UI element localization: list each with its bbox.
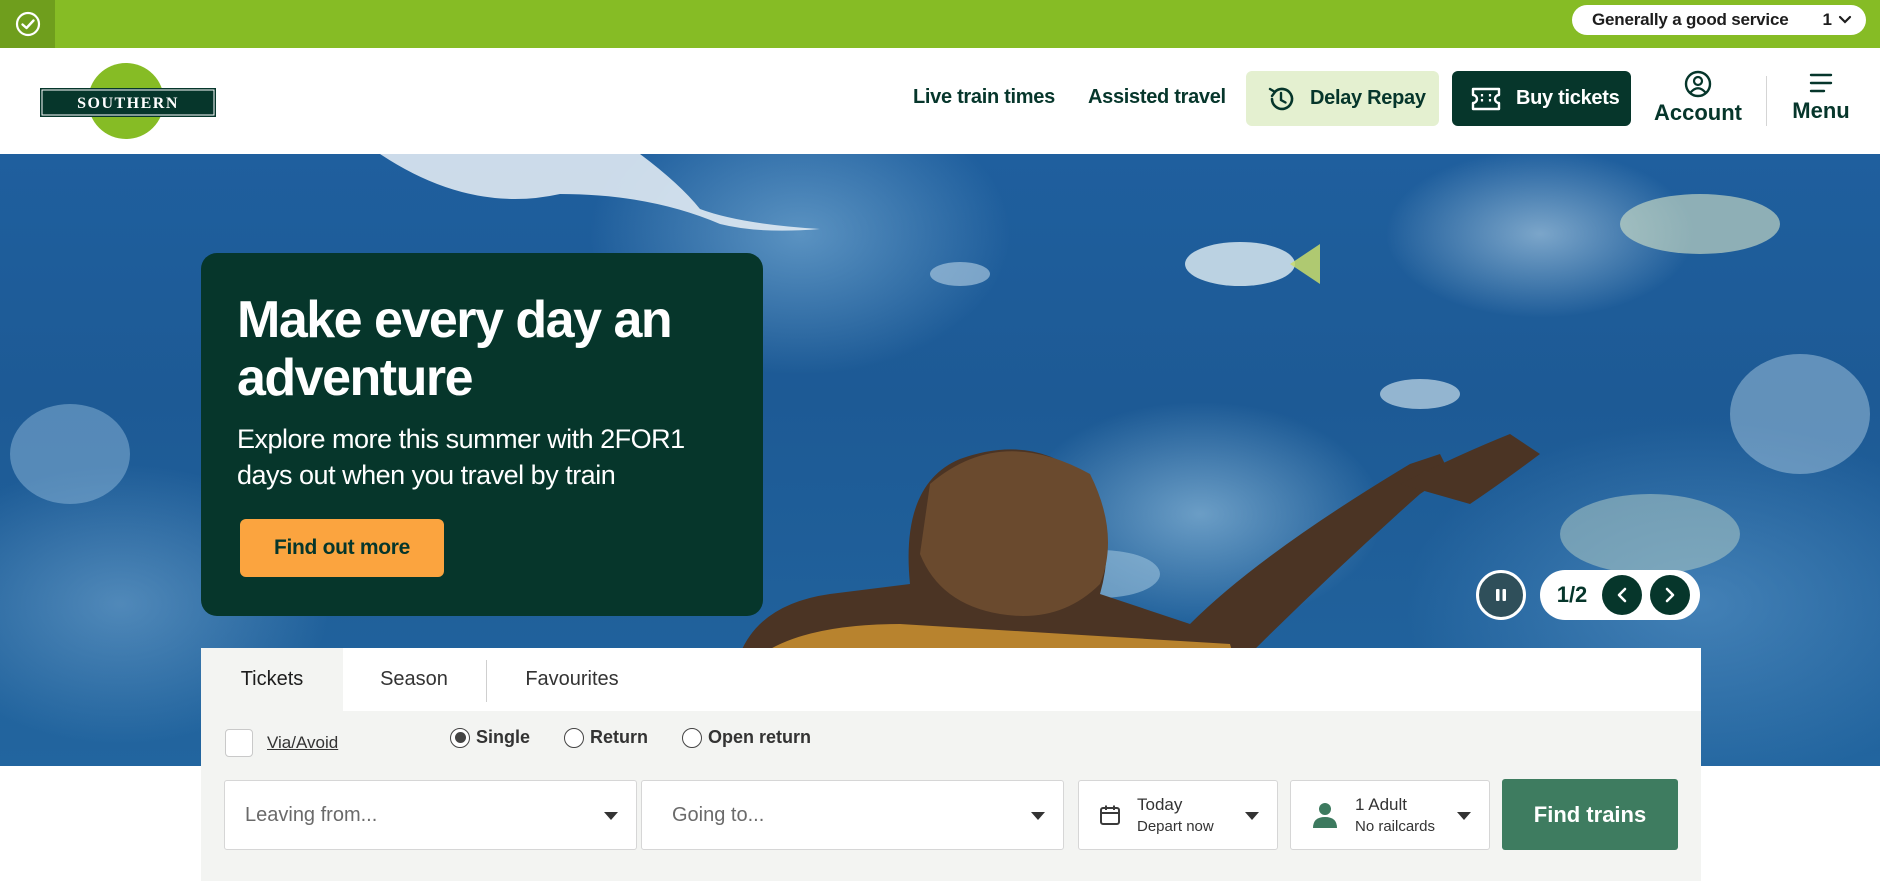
- date-time-values: Today Depart now: [1137, 795, 1214, 835]
- date-time-field[interactable]: Today Depart now: [1078, 780, 1278, 850]
- hamburger-menu-icon: [1809, 73, 1833, 93]
- check-circle-icon: [0, 0, 55, 48]
- carousel-controls: 1/2: [1540, 570, 1700, 620]
- service-status-text: Generally a good service: [1592, 10, 1789, 29]
- chevron-left-icon: [1617, 587, 1627, 603]
- carousel-previous-button[interactable]: [1602, 575, 1642, 615]
- journey-planner: Tickets Season Favourites Via/Avoid Sing…: [201, 648, 1701, 881]
- radio-open-return-control[interactable]: [682, 727, 703, 748]
- radio-single-label: Single: [476, 727, 531, 747]
- delay-repay-button[interactable]: Delay Repay: [1246, 71, 1439, 126]
- account-button[interactable]: Account: [1650, 70, 1746, 126]
- service-status-button[interactable]: Generally a good service 1: [1572, 5, 1866, 35]
- radio-return-control[interactable]: [564, 727, 585, 748]
- leaving-from-dropdown-icon: [604, 812, 618, 820]
- service-status-count: 1: [1823, 10, 1852, 30]
- radio-open-return-label: Open return: [708, 727, 812, 747]
- going-to-placeholder: Going to...: [672, 803, 765, 826]
- carousel-next-button[interactable]: [1650, 575, 1690, 615]
- tab-tickets[interactable]: Tickets: [201, 648, 343, 711]
- passenger-values: 1 Adult No railcards: [1355, 795, 1435, 835]
- going-to-dropdown-icon: [1031, 812, 1045, 820]
- account-label: Account: [1654, 100, 1742, 125]
- user-circle-icon: [1684, 70, 1712, 98]
- southern-logo[interactable]: SOUTHERN: [40, 63, 216, 139]
- railcard-value: No railcards: [1355, 818, 1436, 835]
- pause-icon: [1496, 589, 1506, 601]
- going-to-field[interactable]: Going to...: [641, 780, 1064, 850]
- tab-season[interactable]: Season: [343, 648, 485, 711]
- carousel-pause-button[interactable]: [1476, 570, 1526, 620]
- passenger-count: 1 Adult: [1355, 795, 1407, 814]
- radio-open-return[interactable]: Open return: [682, 727, 811, 748]
- nav-live-train-times[interactable]: Live train times: [913, 86, 1055, 109]
- planner-tabs: Tickets Season Favourites: [201, 648, 1701, 711]
- slide-counter: 1/2: [1556, 582, 1588, 607]
- disruption-count: 1: [1822, 10, 1832, 29]
- find-out-more-button[interactable]: Find out more: [240, 519, 444, 577]
- hero-subtitle: Explore more this summer with 2FOR1 days…: [237, 424, 685, 490]
- passengers-dropdown-icon: [1457, 812, 1471, 820]
- via-avoid-link[interactable]: Via/Avoid: [267, 733, 338, 753]
- menu-button[interactable]: Menu: [1782, 70, 1860, 124]
- hero-title: Make every day an adventure: [237, 291, 673, 407]
- site-header: SOUTHERN Live train times Assisted trave…: [0, 48, 1880, 154]
- journey-type-radios: Single Return Open return: [450, 727, 811, 748]
- date-time-dropdown-icon: [1245, 812, 1259, 820]
- ticket-icon: [1471, 87, 1501, 110]
- menu-label: Menu: [1792, 98, 1850, 123]
- tab-favourites[interactable]: Favourites: [487, 648, 657, 711]
- date-value: Today: [1137, 795, 1183, 814]
- calendar-icon: [1100, 805, 1120, 825]
- radio-single-control[interactable]: [450, 727, 470, 748]
- radio-single[interactable]: Single: [450, 727, 530, 748]
- buy-tickets-button[interactable]: Buy tickets: [1452, 71, 1631, 126]
- service-status-bar: Generally a good service 1: [0, 0, 1880, 48]
- leaving-from-placeholder: Leaving from...: [245, 803, 378, 826]
- find-trains-button[interactable]: Find trains: [1502, 779, 1678, 850]
- nav-assisted-travel[interactable]: Assisted travel: [1088, 86, 1226, 109]
- time-value: Depart now: [1137, 818, 1214, 835]
- passengers-field[interactable]: 1 Adult No railcards: [1290, 780, 1490, 850]
- radio-return[interactable]: Return: [564, 727, 648, 748]
- chevron-down-icon: [1838, 15, 1852, 24]
- delay-repay-label: Delay Repay: [1310, 87, 1426, 109]
- person-icon: [1313, 803, 1337, 828]
- hero-promo-card: Make every day an adventure Explore more…: [201, 253, 763, 616]
- logo-text: SOUTHERN: [77, 95, 179, 112]
- header-divider: [1766, 76, 1767, 126]
- chevron-right-icon: [1665, 587, 1675, 603]
- via-avoid-checkbox[interactable]: [225, 729, 253, 757]
- leaving-from-field[interactable]: Leaving from...: [224, 780, 637, 850]
- via-avoid-row: Via/Avoid: [225, 729, 338, 757]
- history-clock-icon: [1268, 87, 1294, 110]
- buy-tickets-label: Buy tickets: [1516, 87, 1620, 109]
- radio-return-label: Return: [590, 727, 649, 747]
